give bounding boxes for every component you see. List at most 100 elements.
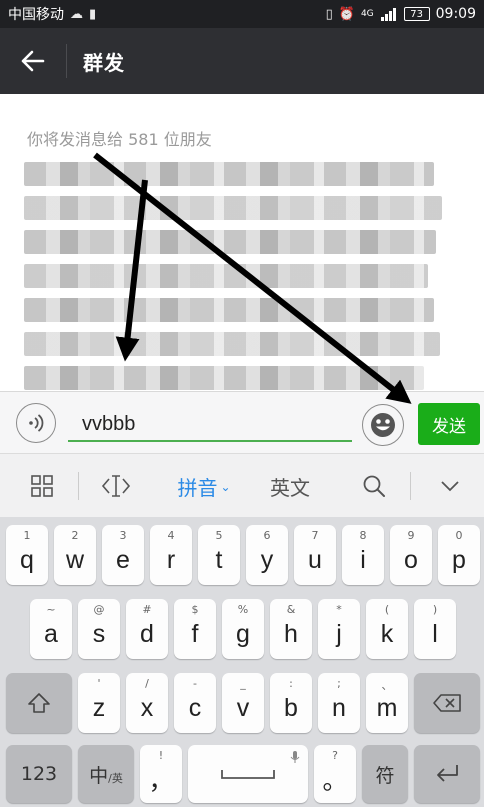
pinyin-mode-button[interactable]: 拼音 ⌄ [168,454,240,518]
key-o[interactable]: 9o [390,525,432,585]
key-m[interactable]: 、 m [366,673,408,733]
key-s[interactable]: @ s [78,599,120,659]
key-sub-label: : [289,677,293,690]
grid-icon [30,474,54,498]
ime-search-button[interactable] [352,454,396,518]
backspace-key[interactable] [414,673,480,733]
blurred-line [24,366,424,390]
back-button[interactable] [0,28,66,94]
title-bar: 群发 [0,28,484,94]
key-l[interactable]: ) l [414,599,456,659]
key-label: b [284,693,298,722]
symbols-key[interactable]: 符 [362,745,408,803]
emoji-button[interactable] [362,404,404,446]
key-a[interactable]: ~ a [30,599,72,659]
shift-key[interactable] [6,673,72,733]
key-c[interactable]: -c [174,673,216,733]
key-sub-label: 0 [455,529,463,542]
key-label: 123 [20,763,58,785]
key-sub-label: 、 [381,679,393,692]
key-k[interactable]: (k [366,599,408,659]
language-switch-key[interactable]: 中/英 [78,745,134,803]
enter-key[interactable] [414,745,480,803]
key-z[interactable]: ' z [78,673,120,733]
key-sub-label: - [193,677,197,690]
ime-separator [410,472,411,500]
key-label: 符 [375,764,395,787]
numbers-key[interactable]: 123 [6,745,72,803]
key-sub-label: ; [337,677,341,690]
blurred-line [24,162,434,186]
key-v[interactable]: _ v [222,673,264,733]
signal-icon [380,7,398,21]
key-b[interactable]: :b [270,673,312,733]
message-text-input[interactable] [68,400,352,442]
key-t[interactable]: 5t [198,525,240,585]
key-label: j [336,619,342,648]
battery-level: 73 [410,8,423,20]
voice-input-button[interactable] [16,402,56,443]
key-label: l [432,619,438,648]
key-label: n [332,693,346,722]
key-label: d [140,619,154,648]
key-label: e [116,545,130,574]
space-key[interactable] [188,745,308,803]
key-label: t [215,545,223,574]
key-sub-label: 4 [167,529,175,542]
key-sub-label: /英 [108,772,123,785]
shift-icon [27,692,51,714]
alarm-icon: ⏰ [338,6,355,22]
key-j[interactable]: * j [318,599,360,659]
key-label: p [452,545,466,574]
blurred-line [24,196,442,220]
microphone-icon [290,750,300,764]
key-label: f [191,619,199,648]
comma-key[interactable]: !， [140,745,182,803]
key-sub-label: & [286,603,296,616]
key-i[interactable]: 8i [342,525,384,585]
key-label: z [92,693,106,722]
cursor-move-button[interactable] [94,454,138,518]
key-w[interactable]: 2w [54,525,96,585]
blurred-line [24,230,436,254]
key-sub-label: ! [158,749,164,762]
notification-icon: ▮ [89,6,97,22]
key-q[interactable]: 1q [6,525,48,585]
send-button[interactable]: 发送 [418,403,480,445]
ime-menu-button[interactable] [22,454,62,518]
hide-keyboard-button[interactable] [428,454,472,518]
key-label: h [284,619,298,648]
status-bar: 中国移动 ☁ ▮ ▯ ⏰ 4G 73 09:09 [0,0,484,28]
key-n[interactable]: ; n [318,673,360,733]
key-g[interactable]: % g [222,599,264,659]
english-mode-button[interactable]: 英文 [258,454,322,518]
key-d[interactable]: # d [126,599,168,659]
message-input-bar: 发送 [0,391,484,453]
key-u[interactable]: 7u [294,525,336,585]
key-label: s [92,619,106,648]
backspace-icon [432,693,462,713]
keyboard: 1q 2w 3e 4r 5t 6y 7u 8i 9o 0p ~ a @ s # d $… [0,517,484,807]
key-f[interactable]: $ f [174,599,216,659]
key-e[interactable]: 3e [102,525,144,585]
key-sub-label: 1 [23,529,31,542]
key-r[interactable]: 4r [150,525,192,585]
page-title: 群发 [83,50,125,75]
network-type-label: 4G [360,9,374,19]
key-label: o [404,545,418,574]
period-key[interactable]: ?。 [314,745,356,803]
key-h[interactable]: & h [270,599,312,659]
key-x[interactable]: / x [126,673,168,733]
key-sub-label: ~ [46,603,56,616]
key-y[interactable]: 6y [246,525,288,585]
key-label: y [260,545,274,574]
key-sub-label: 5 [215,529,223,542]
key-label: q [20,545,34,574]
english-label: 英文 [270,475,310,500]
back-arrow-icon [21,50,45,72]
pinyin-label: 拼音 [177,475,218,500]
key-sub-label: ) [432,603,438,616]
search-icon [362,474,386,498]
key-p[interactable]: 0p [438,525,480,585]
key-label: w [65,545,85,574]
